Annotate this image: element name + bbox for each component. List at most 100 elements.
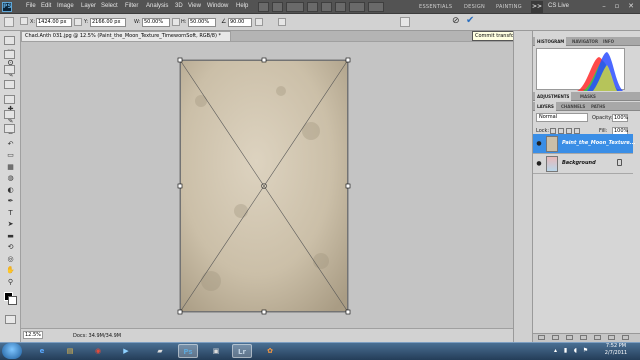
opacity-field[interactable]: 100%: [612, 114, 628, 122]
width-field[interactable]: 50.00%: [142, 18, 170, 27]
menu-select[interactable]: Select: [101, 3, 118, 9]
zoom-level-button[interactable]: [286, 2, 304, 12]
tray-flag-icon[interactable]: ⚑: [582, 347, 589, 354]
workspace-design[interactable]: DESIGN: [464, 4, 485, 10]
styles-panel-icon[interactable]: [4, 65, 15, 74]
background-color-swatch[interactable]: [8, 296, 17, 305]
warp-mode-icon[interactable]: [400, 17, 410, 27]
new-group-icon[interactable]: [594, 335, 601, 340]
commit-transform-icon[interactable]: ✔: [466, 15, 474, 26]
add-mask-icon[interactable]: [566, 335, 573, 340]
screen-mode-button[interactable]: [368, 2, 384, 12]
chrome-icon[interactable]: ◉: [88, 344, 108, 358]
arrange-documents-button[interactable]: [349, 2, 365, 12]
rotate-view-button[interactable]: [335, 2, 346, 12]
skew-v-icon[interactable]: [278, 18, 286, 26]
tab-layers[interactable]: LAYERS: [535, 102, 556, 111]
menu-image[interactable]: Image: [57, 3, 74, 9]
blend-mode-select[interactable]: Normal: [536, 113, 588, 122]
menu-filter[interactable]: Filter: [125, 3, 138, 9]
history-panel-icon[interactable]: [4, 110, 15, 119]
document-tab[interactable]: Chad.Anth 031.jpg @ 12.5% (Paint_the_Moo…: [21, 31, 231, 41]
tab-channels[interactable]: CHANNELS: [559, 102, 587, 111]
minimize-button[interactable]: –: [598, 1, 610, 11]
media-player-icon[interactable]: ▶: [116, 344, 136, 358]
zoom-tool-button[interactable]: [321, 2, 332, 12]
menu-analysis[interactable]: Analysis: [146, 3, 168, 9]
type-tool-icon[interactable]: T: [5, 209, 16, 218]
tray-expand-icon[interactable]: ▴: [552, 347, 559, 354]
swatches-panel-icon[interactable]: [4, 50, 15, 59]
menu-edit[interactable]: Edit: [41, 3, 51, 9]
history-brush-tool-icon[interactable]: ↶: [5, 140, 16, 149]
zoom-field[interactable]: 12.5%: [23, 331, 43, 339]
gradient-tool-icon[interactable]: ▦: [5, 163, 16, 172]
relative-position-icon[interactable]: [74, 18, 82, 26]
menu-layer[interactable]: Layer: [81, 3, 96, 9]
3d-rotate-tool-icon[interactable]: ⟲: [5, 243, 16, 252]
taskbar-clock[interactable]: 7:52 PM 2/7/2011: [594, 343, 638, 357]
delete-layer-icon[interactable]: [622, 335, 629, 340]
workspace-painting[interactable]: PAINTING: [496, 4, 522, 10]
tab-adjustments[interactable]: ADJUSTMENTS: [535, 92, 572, 101]
new-layer-icon[interactable]: [608, 335, 615, 340]
tab-navigator[interactable]: NAVIGATOR: [570, 37, 600, 46]
tab-paths[interactable]: PATHS: [589, 102, 607, 111]
app-icon[interactable]: ▣: [206, 344, 226, 358]
bridge-button[interactable]: [258, 2, 269, 12]
zoom-tool-icon[interactable]: ⚲: [5, 278, 16, 287]
more-workspaces-button[interactable]: >>: [531, 1, 543, 13]
3d-orbit-tool-icon[interactable]: ◎: [5, 255, 16, 264]
adjustment-layer-icon[interactable]: [580, 335, 587, 340]
workspace-essentials[interactable]: ESSENTIALS: [419, 4, 452, 10]
blur-tool-icon[interactable]: ◍: [5, 174, 16, 183]
x-position-field[interactable]: 1424.00 px: [36, 18, 72, 27]
tab-masks[interactable]: MASKS: [578, 92, 598, 101]
menu-view[interactable]: View: [188, 3, 201, 9]
menu-help[interactable]: Help: [236, 3, 248, 9]
mini-bridge-button[interactable]: [272, 2, 283, 12]
tray-volume-icon[interactable]: ◖: [572, 347, 579, 354]
skew-h-icon[interactable]: [255, 18, 263, 26]
actions-panel-icon[interactable]: [4, 124, 15, 133]
path-selection-tool-icon[interactable]: ➤: [5, 220, 16, 229]
layer-row[interactable]: ● Background: [533, 154, 633, 174]
hand-tool-button[interactable]: [307, 2, 318, 12]
cs-live-button[interactable]: CS Live: [548, 3, 569, 9]
menu-window[interactable]: Window: [207, 3, 228, 9]
hand-tool-icon[interactable]: ✋: [5, 266, 16, 275]
menu-3d[interactable]: 3D: [175, 3, 183, 9]
brush-panel-icon[interactable]: [4, 80, 15, 89]
height-field[interactable]: 50.00%: [188, 18, 216, 27]
cancel-transform-icon[interactable]: ⊘: [452, 16, 460, 26]
quick-mask-icon[interactable]: [5, 315, 16, 324]
reference-point-icon[interactable]: [20, 17, 28, 25]
dodge-tool-icon[interactable]: ◐: [5, 186, 16, 195]
layer-style-icon[interactable]: [552, 335, 559, 340]
start-button[interactable]: [2, 343, 22, 359]
tray-network-icon[interactable]: ▮: [562, 347, 569, 354]
link-icon[interactable]: [172, 18, 180, 26]
tab-histogram[interactable]: HISTOGRAM: [535, 37, 567, 46]
file-explorer-icon[interactable]: ▤: [60, 344, 80, 358]
free-transform-box[interactable]: [175, 55, 353, 317]
tab-info[interactable]: INFO: [601, 37, 616, 46]
transform-tool-icon[interactable]: [4, 17, 14, 27]
layer-row[interactable]: ● Paint_the_Moon_Texture...: [533, 134, 636, 154]
eraser-tool-icon[interactable]: ▭: [5, 151, 16, 160]
app-icon[interactable]: ▰: [150, 344, 170, 358]
restore-button[interactable]: ▫: [611, 1, 623, 11]
shape-tool-icon[interactable]: ▬: [5, 232, 16, 241]
menu-file[interactable]: File: [26, 3, 36, 9]
y-position-field[interactable]: 2166.00 px: [90, 18, 126, 27]
link-layers-icon[interactable]: [538, 335, 545, 340]
internet-explorer-icon[interactable]: e: [32, 344, 52, 358]
clone-source-panel-icon[interactable]: [4, 95, 15, 104]
color-panel-icon[interactable]: [4, 36, 15, 45]
eye-icon[interactable]: ●: [535, 140, 543, 148]
lightroom-task-icon[interactable]: Lr: [232, 344, 252, 358]
picasa-icon[interactable]: ✿: [260, 344, 280, 358]
close-button[interactable]: ✕: [625, 1, 637, 11]
photoshop-task-icon[interactable]: Ps: [178, 344, 198, 358]
angle-field[interactable]: 90.00: [228, 18, 252, 27]
